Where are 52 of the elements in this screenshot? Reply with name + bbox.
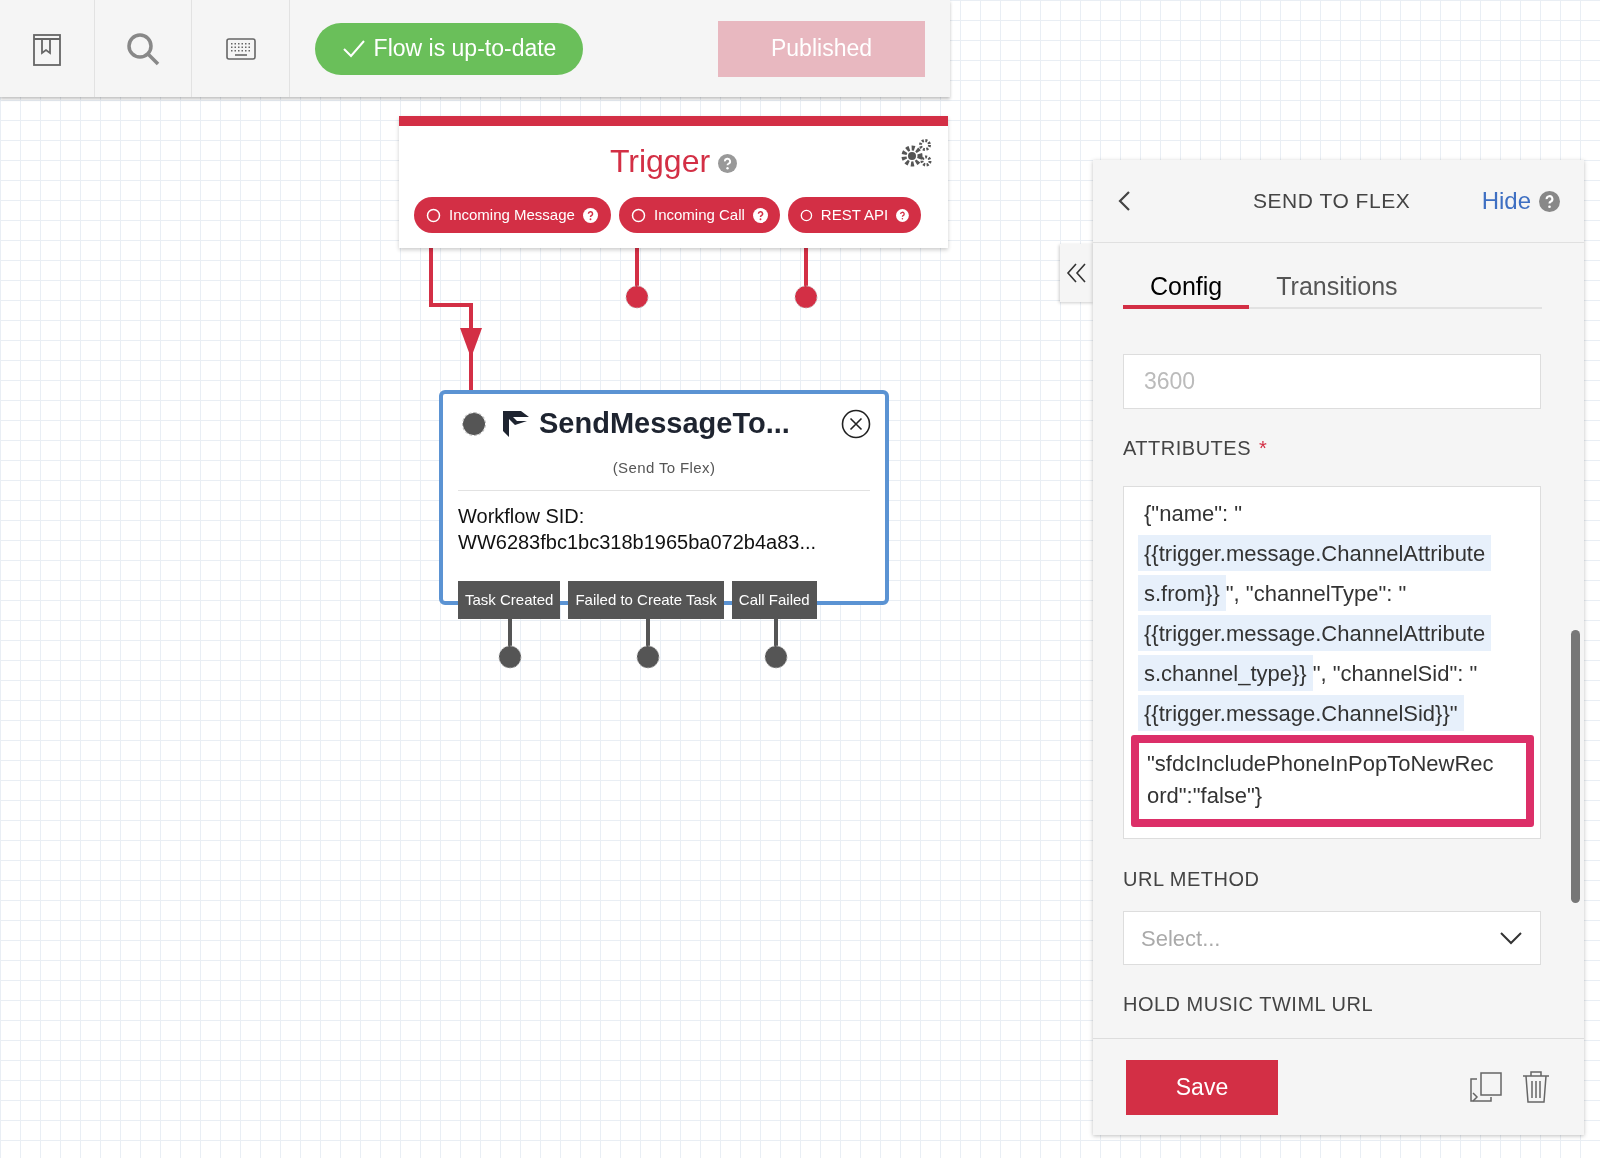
field-label: ATTRIBUTES [1123,436,1251,461]
copy-icon[interactable] [1469,1071,1503,1103]
trigger-chip[interactable]: Incoming Call [619,197,780,233]
required-mark: * [1258,436,1268,461]
transition-label: Failed to Create Task [568,581,724,619]
panel-title: SEND TO FLEX [1253,188,1411,215]
collapse-tab[interactable] [1060,244,1094,302]
panel-tab[interactable]: Transitions [1249,268,1425,309]
field-label: URL METHOD [1123,868,1260,890]
transition-connector[interactable] [764,619,788,669]
circle-icon [631,207,646,223]
code-line: ord":"false"} [1147,782,1263,810]
transition-connector[interactable] [498,619,522,669]
field-label: Workflow SID: [458,504,585,529]
attributes-field[interactable] [1123,486,1541,839]
transition-label: Task Created [458,581,561,619]
trash-icon[interactable] [1521,1070,1551,1104]
input-port[interactable] [463,413,485,435]
help-icon [582,207,598,223]
code-line: {"name": " [1143,499,1244,528]
back-icon[interactable] [1117,190,1131,212]
help-icon [1539,190,1560,212]
trigger-chip[interactable]: Incoming Message [414,197,611,233]
transition-connector[interactable] [636,619,660,669]
help-icon [718,153,738,173]
help-icon [896,207,909,223]
transition-label: Call Failed [731,581,817,619]
close-icon[interactable] [841,409,871,439]
double-chevron-icon [1066,262,1088,284]
port-dot[interactable] [794,285,818,309]
logo-icon [501,409,531,439]
code-line: s.from}} ", "channelType": " [1138,573,1407,613]
trigger-chip[interactable]: REST API [788,197,921,233]
gears-icon[interactable] [900,138,932,168]
port-dot[interactable] [625,285,649,309]
hide-link[interactable]: Hide [1481,183,1531,219]
save-button[interactable]: Save [1126,1059,1278,1115]
status-text: Flow is up-to-date [373,34,557,64]
field-value: WW6283fbc1bc318b1965ba072b4a83... [458,530,817,555]
field-label: HOLD MUSIC TWIML URL [1123,993,1374,1015]
check-icon [341,38,366,59]
chevron-down-icon [1499,931,1523,945]
timeout-field[interactable]: 3600 [1123,354,1541,409]
code-line: "sfdcIncludePhoneInPopToNewRec [1147,750,1494,778]
trigger-title: Trigger [609,142,711,181]
circle-icon [800,207,813,223]
node-subtitle: (Send To Flex) [612,459,716,476]
node-title: SendMessageTo... [539,406,790,442]
circle-icon [426,207,441,223]
panel-tab[interactable]: Config [1123,268,1250,309]
help-icon [752,207,768,223]
code-line: s.channel_type}} ", "channelSid": " [1138,653,1478,693]
